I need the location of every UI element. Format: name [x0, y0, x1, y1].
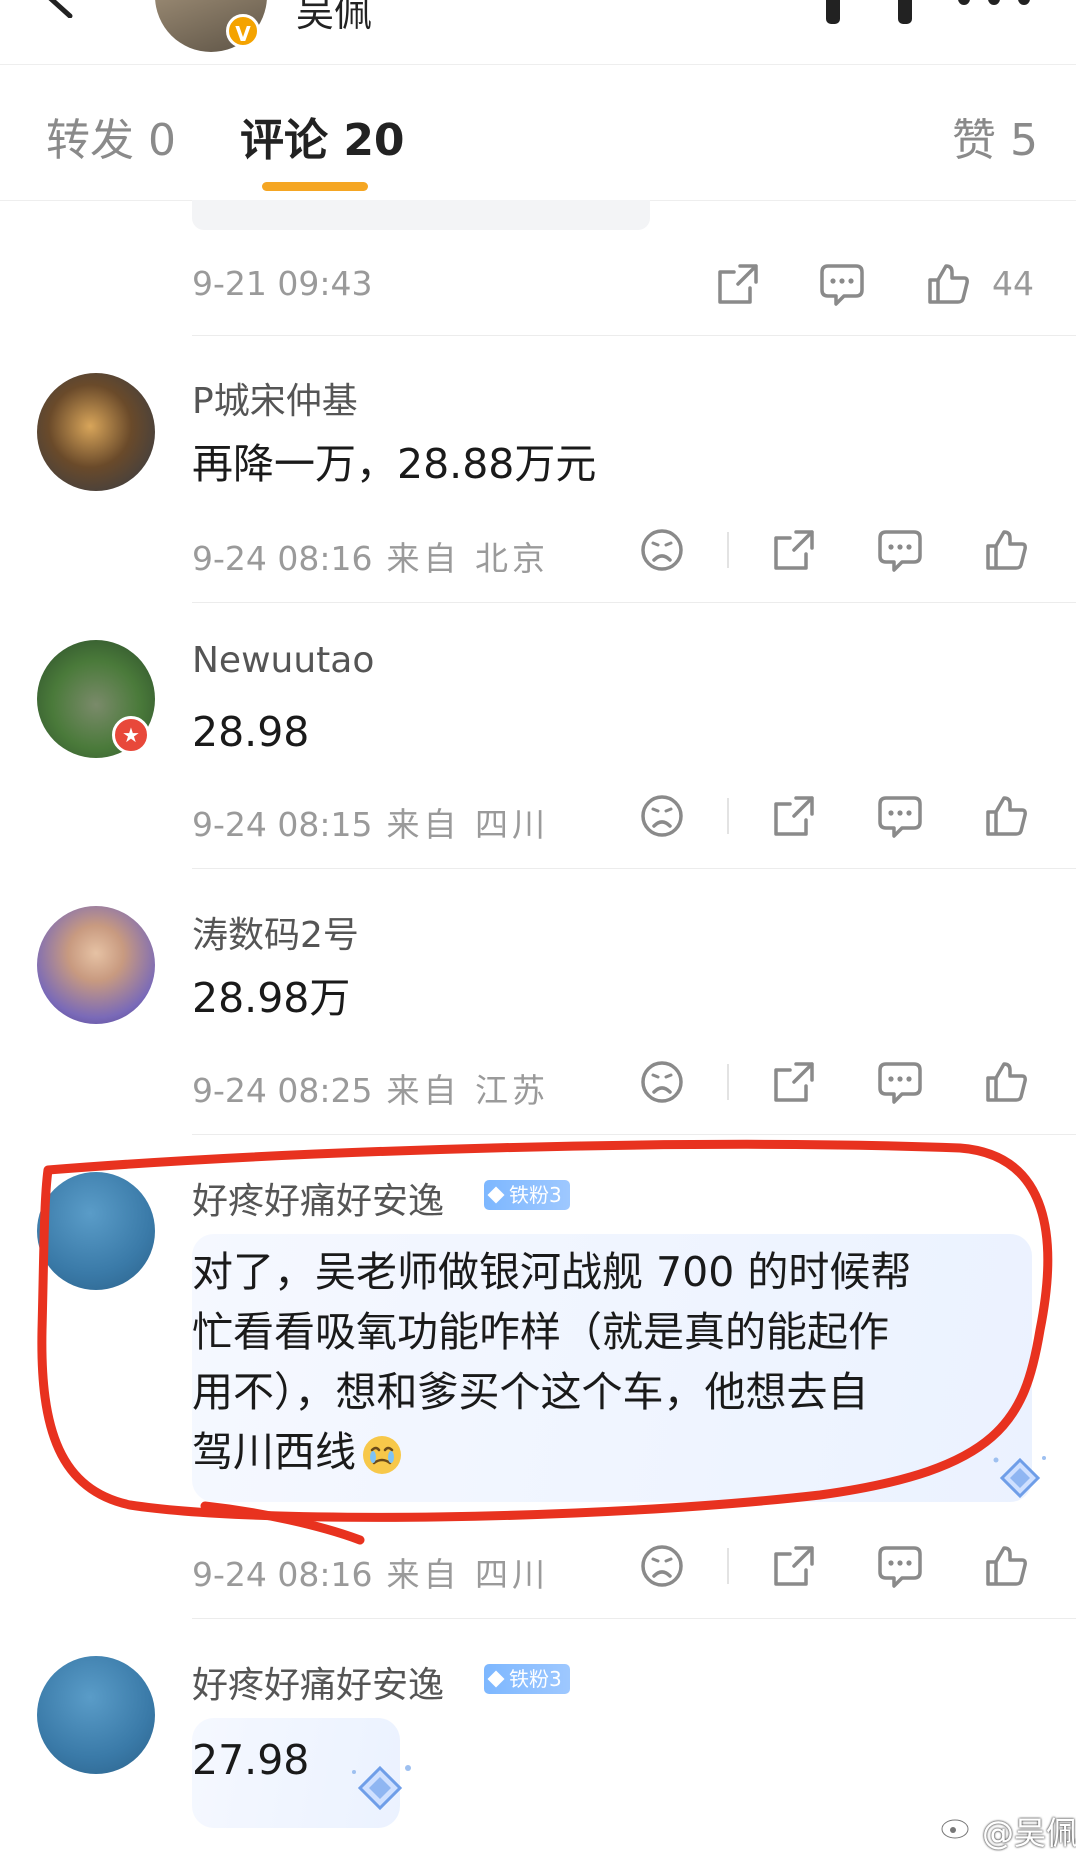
tab-reposts[interactable]: 转发 0: [46, 104, 176, 168]
comment-icon[interactable]: [878, 794, 922, 838]
diamond-decoration-icon: [993, 1456, 1046, 1499]
divider: [192, 1618, 1076, 1619]
listen-icon[interactable]: [826, 0, 912, 32]
comment-meta: 9-24 08:16 来自 北京: [192, 532, 549, 580]
top-header: V 吴佩: [0, 0, 1076, 65]
comment-username[interactable]: P城宋仲基: [192, 372, 358, 424]
verified-badge-icon: V: [226, 14, 260, 48]
divider: [192, 335, 1076, 336]
like-icon[interactable]: [984, 1060, 1028, 1104]
comment-time: 9-21 09:43: [192, 264, 373, 303]
more-icon[interactable]: [956, 0, 1032, 8]
divider: [192, 602, 1076, 603]
share-icon[interactable]: [772, 1544, 816, 1588]
like-icon[interactable]: [926, 262, 970, 306]
fan-level-badge: 铁粉3: [484, 1180, 570, 1210]
comment-icon[interactable]: [878, 1060, 922, 1104]
comment-time: 9-24 08:25: [192, 1071, 373, 1110]
comment-username[interactable]: 涛数码2号: [192, 906, 359, 958]
active-tab-indicator: [262, 182, 368, 191]
comment-time: 9-24 08:15: [192, 805, 373, 844]
share-icon[interactable]: [772, 1060, 816, 1104]
back-arrow-icon[interactable]: [42, 0, 82, 18]
comment-meta: 9-24 08:15 来自 四川: [192, 798, 549, 846]
diamond-decoration-icon: [352, 1765, 411, 1811]
comment-time: 9-24 08:16: [192, 539, 373, 578]
action-separator: [727, 1064, 729, 1100]
crying-emoji-icon: [363, 1436, 401, 1474]
comment-icon[interactable]: [878, 528, 922, 572]
divider: [192, 868, 1076, 869]
user-avatar[interactable]: [37, 1656, 155, 1774]
comment-location: 来自 四川: [386, 805, 549, 844]
previous-comment-bubble: [192, 200, 650, 230]
user-avatar[interactable]: [37, 373, 155, 491]
dislike-face-icon[interactable]: [640, 1060, 684, 1104]
author-name[interactable]: 吴佩: [296, 0, 372, 37]
tab-bar: 转发 0 评论 20 赞 5: [0, 64, 1076, 201]
share-icon[interactable]: [772, 794, 816, 838]
like-icon[interactable]: [984, 1544, 1028, 1588]
comment-username[interactable]: 好疼好痛好安逸: [192, 1656, 444, 1708]
like-count: 44: [992, 264, 1034, 303]
comment-icon[interactable]: [878, 1544, 922, 1588]
comment-meta: 9-24 08:16 来自 四川: [192, 1548, 549, 1596]
comment-text: 28.98万: [192, 974, 351, 1022]
comment-username[interactable]: Newuutao: [192, 640, 374, 681]
weibo-logo-icon: [940, 1818, 970, 1840]
comment-location: 来自 北京: [386, 539, 549, 578]
comment-text: 对了，吴老师做银河战舰 700 的时候帮 忙看看吸氧功能咋样（就是真的能起作 用…: [192, 1248, 912, 1476]
comment-icon[interactable]: [820, 262, 864, 306]
comment-username[interactable]: 好疼好痛好安逸: [192, 1172, 444, 1224]
user-avatar[interactable]: [37, 906, 155, 1024]
comment-location: 来自 四川: [386, 1555, 549, 1594]
comment-time: 9-24 08:16: [192, 1555, 373, 1594]
comment-text: 再降一万，28.88万元: [192, 440, 597, 488]
dislike-face-icon[interactable]: [640, 794, 684, 838]
action-separator: [727, 1548, 729, 1584]
dislike-face-icon[interactable]: [640, 1544, 684, 1588]
action-separator: [727, 532, 729, 568]
member-badge-icon: ★: [112, 716, 150, 754]
like-icon[interactable]: [984, 528, 1028, 572]
diamond-icon: [487, 1670, 505, 1687]
user-avatar[interactable]: [37, 1172, 155, 1290]
share-icon[interactable]: [716, 262, 760, 306]
watermark: @吴佩: [982, 1814, 1076, 1852]
comment-location: 来自 江苏: [386, 1071, 549, 1110]
diamond-icon: [487, 1186, 505, 1203]
tab-comments[interactable]: 评论 20: [240, 104, 405, 168]
action-separator: [727, 798, 729, 834]
comment-text: 28.98: [192, 708, 310, 756]
like-icon[interactable]: [984, 794, 1028, 838]
dislike-face-icon[interactable]: [640, 528, 684, 572]
share-icon[interactable]: [772, 528, 816, 572]
comment-text: 27.98: [192, 1736, 310, 1784]
fan-level-badge: 铁粉3: [484, 1664, 570, 1694]
tab-likes[interactable]: 赞 5: [952, 104, 1038, 168]
divider: [192, 1134, 1076, 1135]
comment-meta: 9-24 08:25 来自 江苏: [192, 1064, 549, 1112]
